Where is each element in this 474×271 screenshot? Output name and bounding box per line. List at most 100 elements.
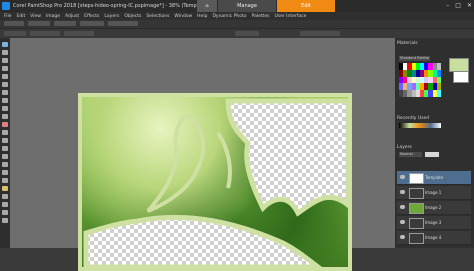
tool-preset[interactable] [4, 31, 26, 36]
visibility-icon[interactable] [400, 175, 405, 179]
open-button[interactable] [28, 21, 50, 26]
close-icon[interactable]: ✕ [467, 2, 472, 9]
perspective-tool-icon[interactable] [2, 114, 8, 119]
menu-help[interactable]: Help [197, 14, 207, 19]
layer-name: Template [425, 175, 444, 180]
move-tool-icon[interactable] [2, 66, 8, 71]
template-curve-stroke [146, 112, 206, 213]
eraser-icon[interactable] [2, 170, 8, 175]
menu-adjust[interactable]: Adjust [65, 14, 79, 19]
zoom-button[interactable] [108, 21, 138, 26]
layer-thumbnail [409, 188, 424, 199]
menu-selections[interactable]: Selections [146, 14, 169, 19]
layer-thumbnail [409, 173, 424, 184]
menu-dynamic-photo[interactable]: Dynamic Photo [212, 14, 246, 19]
layer-row[interactable]: Image 2 [397, 201, 471, 215]
text-tool-icon[interactable] [2, 194, 8, 199]
recent-colors-title: Recently Used [397, 116, 430, 121]
layer-row[interactable]: Image 3 [397, 216, 471, 230]
recent-colors[interactable] [399, 123, 441, 128]
app-logo-icon [2, 2, 10, 10]
option-field-3[interactable] [235, 31, 259, 36]
home-tab[interactable]: ⌂ [197, 0, 218, 12]
option-field-1[interactable] [30, 31, 60, 36]
materials-title: Materials [397, 41, 418, 46]
tab-manage[interactable]: Manage [218, 0, 277, 12]
menu-effects[interactable]: Effects [84, 14, 99, 19]
layer-thumbnail [409, 203, 424, 214]
menu-user-interface[interactable]: User Interface [275, 14, 307, 19]
layer-thumbnail [409, 233, 424, 244]
undo-button[interactable] [80, 21, 104, 26]
image-canvas[interactable] [78, 93, 352, 271]
layer-row[interactable]: Image 1 [397, 186, 471, 200]
visibility-icon[interactable] [400, 220, 405, 224]
template-curve-stroke-2 [216, 131, 232, 189]
preset-shape-icon[interactable] [2, 202, 8, 207]
workspace-tabs: ⌂ Manage Edit [197, 0, 336, 12]
visibility-icon[interactable] [400, 205, 405, 209]
tools-toolbar [0, 38, 10, 248]
option-field-4[interactable] [300, 31, 340, 36]
layer-row[interactable]: Image 4 [397, 231, 471, 245]
title-bar: Corel PaintShop Pro 2018 [steps-hideo-sp… [0, 0, 474, 12]
swatch-dropdown[interactable]: Standard Palette [399, 56, 430, 61]
template-overlay [78, 93, 352, 271]
menu-layers[interactable]: Layers [104, 14, 119, 19]
layer-name: Image 1 [425, 190, 442, 195]
rectangle-tool-icon[interactable] [2, 210, 8, 215]
menu-window[interactable]: Window [174, 14, 192, 19]
menu-image[interactable]: Image [46, 14, 60, 19]
color-swatches[interactable] [399, 63, 441, 97]
pick-tool-icon[interactable] [2, 58, 8, 63]
pen-tool-icon[interactable] [2, 218, 8, 223]
maximize-icon[interactable]: □ [455, 2, 461, 9]
menu-objects[interactable]: Objects [124, 14, 141, 19]
dodge-tool-icon[interactable] [2, 178, 8, 183]
selection-tool-icon[interactable] [2, 74, 8, 79]
clone-tool-icon[interactable] [2, 138, 8, 143]
crop-tool-icon[interactable] [2, 98, 8, 103]
background-color[interactable] [453, 71, 469, 83]
opacity-field[interactable] [425, 152, 439, 157]
freehand-selection-icon[interactable] [2, 82, 8, 87]
minimize-icon[interactable]: – [446, 2, 449, 9]
airbrush-icon[interactable] [2, 162, 8, 167]
menu-view[interactable]: View [30, 14, 41, 19]
swatch-dropdown-label: Standard Palette [400, 56, 430, 60]
straighten-tool-icon[interactable] [2, 106, 8, 111]
dropper-tool-icon[interactable] [2, 90, 8, 95]
option-field-2[interactable] [64, 31, 94, 36]
new-button[interactable] [4, 21, 24, 26]
layer-name: Image 3 [425, 220, 442, 225]
layers-title: Layers [397, 145, 412, 150]
standard-toolbar [0, 20, 474, 29]
blend-mode-dropdown[interactable]: Normal [399, 152, 422, 157]
visibility-icon[interactable] [400, 190, 405, 194]
window-title: Corel PaintShop Pro 2018 [steps-hideo-sp… [13, 3, 209, 9]
save-button[interactable] [54, 21, 76, 26]
image-workspace[interactable] [10, 38, 395, 271]
zoom-tool-icon[interactable] [2, 50, 8, 55]
foreground-color[interactable] [449, 58, 469, 72]
menu-edit[interactable]: Edit [17, 14, 26, 19]
window-controls: – □ ✕ [446, 2, 472, 9]
tab-edit-label: Edit [301, 3, 311, 9]
visibility-icon[interactable] [400, 235, 405, 239]
red-eye-tool-icon[interactable] [2, 122, 8, 127]
makeover-tool-icon[interactable] [2, 130, 8, 135]
paint-brush-icon[interactable] [2, 154, 8, 159]
right-palettes: Materials Standard Palette Recently Used… [395, 38, 474, 248]
menu-palettes[interactable]: Palettes [252, 14, 270, 19]
tab-manage-label: Manage [237, 3, 257, 9]
fill-tool-icon[interactable] [2, 186, 8, 191]
home-icon: ⌂ [205, 3, 209, 9]
tab-edit[interactable]: Edit [277, 0, 336, 12]
menu-file[interactable]: File [4, 14, 12, 19]
layer-name: Image 4 [425, 235, 442, 240]
layer-row[interactable]: Template [397, 171, 471, 185]
layer-name: Image 2 [425, 205, 442, 210]
scratch-remover-icon[interactable] [2, 146, 8, 151]
layer-thumbnail [409, 218, 424, 229]
pan-tool-icon[interactable] [2, 42, 8, 47]
